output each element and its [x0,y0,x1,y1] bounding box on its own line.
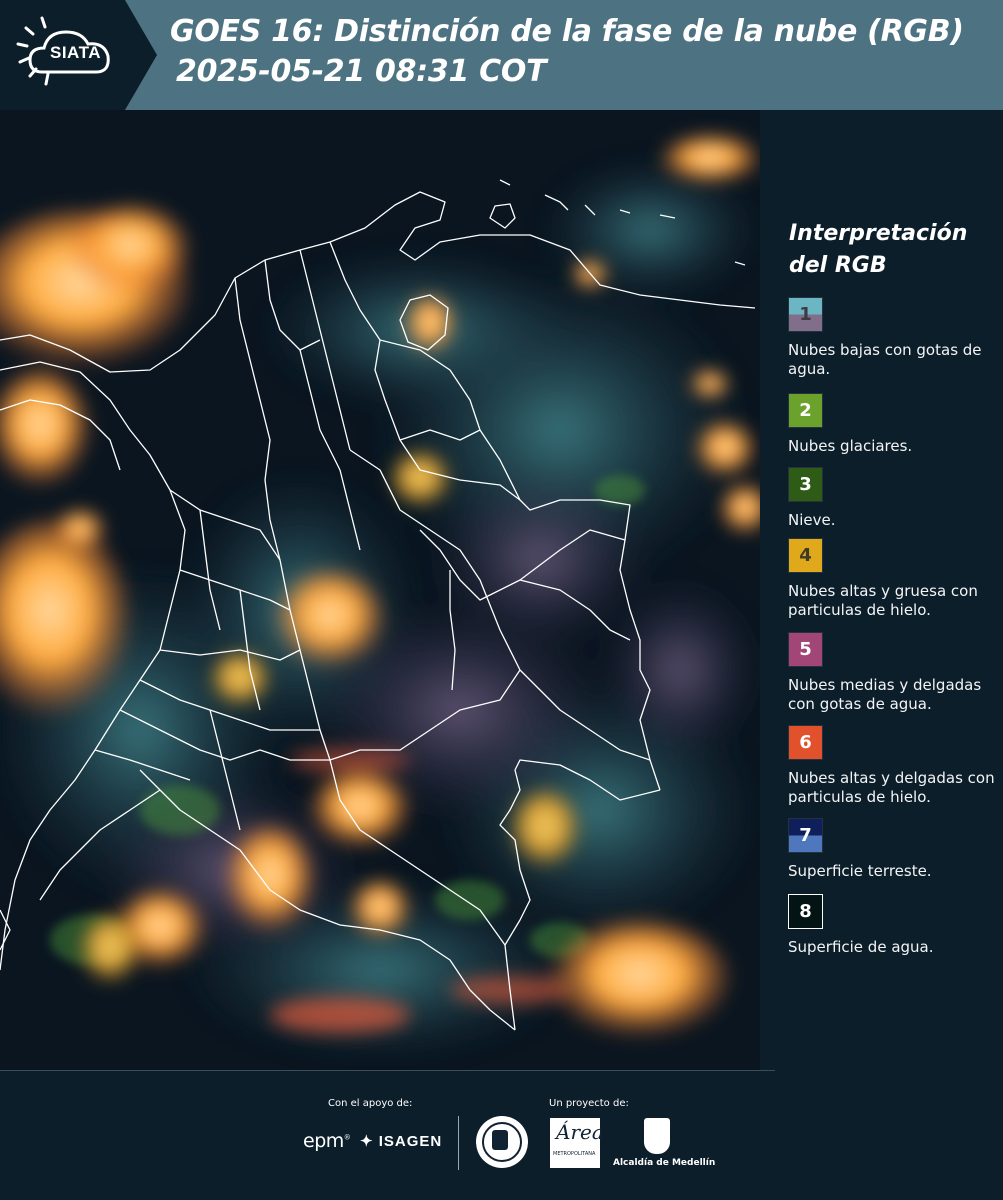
legend-number: 5 [799,639,812,660]
support-label: Con el apoyo de: [328,1098,413,1109]
alcaldia-shield-icon [644,1118,670,1154]
legend-title: Interpretación del RGB [789,221,968,278]
isagen-logo: ✦ ISAGEN [360,1132,442,1150]
page-title: GOES 16: Distinción de la fase de la nub… [170,14,964,49]
legend-swatch: 7 [788,818,823,853]
alcaldia-label: Alcaldía de Medellín [613,1158,716,1168]
header-banner: SIATA GOES 16: Distinción de la fase de … [0,0,1003,110]
university-seal-icon [476,1116,528,1168]
area-metropolitana-logo: Área METROPOLITANA [550,1118,604,1168]
legend-swatch: 8 [788,894,823,929]
project-label: Un proyecto de: [549,1098,629,1109]
legend-label: Superficie terreste. [788,862,932,880]
legend-number: 1 [799,304,812,325]
legend-swatch: 6 [788,725,823,760]
legend-label: Superficie de agua. [788,938,934,956]
satellite-map [0,110,760,1070]
legend-label: Nubes bajas con gotas de agua. [788,341,982,378]
legend-label: Nubes altas y gruesa con particulas de h… [788,582,978,619]
isagen-logo-text: ISAGEN [378,1133,443,1150]
legend-swatch: 3 [788,467,823,502]
legend-swatch: 4 [788,538,823,573]
seal-emblem [492,1130,508,1150]
isagen-icon: ✦ [360,1133,379,1150]
legend-panel: Interpretación del RGB 1 Nubes bajas con… [760,110,1003,1070]
legend-number: 7 [799,825,812,846]
legend-number: 3 [799,474,812,495]
legend-swatch: 5 [788,632,823,667]
footer-divider [0,1070,775,1071]
legend-number: 2 [799,400,812,421]
area-small-text: METROPOLITANA [553,1151,596,1157]
legend-label: Nieve. [788,511,836,529]
legend-number: 4 [799,545,812,566]
legend-label: Nubes altas y delgadas con particulas de… [788,769,995,806]
timestamp: 2025-05-21 08:31 COT [176,54,547,89]
logo-text: SIATA [50,43,101,62]
footer: Con el apoyo de: Un proyecto de: epm® ✦ … [0,1070,1003,1200]
satellite-image [0,110,760,1070]
footer-vertical-divider [458,1116,459,1170]
legend-swatch: 1 [788,297,823,332]
epm-logo-text: epm [303,1130,344,1152]
legend-label: Nubes medias y delgadas con gotas de agu… [788,676,982,713]
siata-logo: SIATA [0,0,160,110]
legend-number: 6 [799,732,812,753]
epm-logo: epm® [303,1130,351,1152]
legend-swatch: 2 [788,393,823,428]
legend-label: Nubes glaciares. [788,437,913,455]
legend-number: 8 [799,901,812,922]
area-script-text: Área [556,1120,604,1144]
